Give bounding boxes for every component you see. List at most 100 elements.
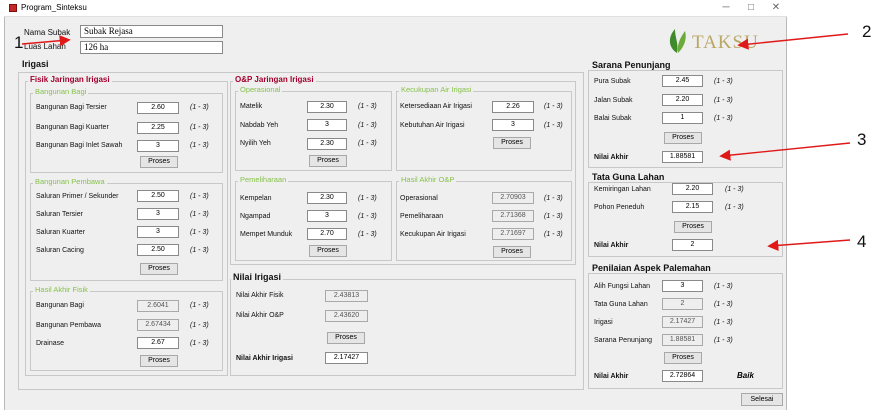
pohon-peneduh-label: Pohon Peneduh	[594, 204, 645, 211]
saluran-cacing-label: Saluran Cacing	[36, 247, 84, 254]
bangunan-bagi-tersier-input[interactable]: 2.60	[137, 102, 179, 114]
range-label: (1 - 3)	[714, 319, 733, 326]
bangunan-bagi-tersier-label: Bangunan Bagi Tersier	[36, 104, 107, 111]
leaf-logo-icon	[669, 29, 686, 53]
hasil-operasional-field: 2.70903	[492, 192, 534, 204]
range-label: (1 - 3)	[190, 322, 209, 329]
jalan-subak-input[interactable]: 2.20	[662, 94, 703, 106]
tataguna-title: Tata Guna Lahan	[592, 172, 665, 182]
kempelan-label: Kempelan	[240, 195, 272, 202]
range-label: (1 - 3)	[358, 213, 377, 220]
proses-hasil-op-button[interactable]: Proses	[493, 246, 531, 258]
mempet-munduk-input[interactable]: 2.70	[307, 228, 347, 240]
mempet-munduk-label: Mempet Munduk	[240, 231, 293, 238]
irigasi-title: Irigasi	[22, 59, 49, 69]
nilai-akhir-irigasi-label: Nilai Akhir Irigasi	[236, 355, 293, 362]
luas-lahan-field[interactable]: 126 ha	[80, 41, 223, 54]
range-label: (1 - 3)	[714, 97, 733, 104]
op-title: O&P Jaringan Irigasi	[233, 75, 316, 84]
proses-pemeliharaan-button[interactable]: Proses	[309, 245, 347, 257]
range-label: (1 - 3)	[544, 231, 563, 238]
pemeliharaan-title: Pemeliharaan	[238, 175, 289, 184]
annotation-number-2: 2	[862, 22, 872, 41]
bangunan-pembawa-title: Bangunan Pembawa	[33, 177, 107, 186]
saluran-cacing-input[interactable]: 2.50	[137, 244, 179, 256]
saluran-tersier-input[interactable]: 3	[137, 208, 179, 220]
ngampad-input[interactable]: 3	[307, 210, 347, 222]
nilai-irigasi-title: Nilai Irigasi	[231, 272, 284, 282]
nilai-akhir-fisik-field: 2.43813	[325, 290, 368, 302]
ketersediaan-air-label: Ketersediaan Air Irigasi	[400, 103, 472, 110]
annotation-number-1: 1	[14, 33, 24, 52]
nama-subak-field[interactable]: Subak Rejasa	[80, 25, 223, 38]
proses-tataguna-button[interactable]: Proses	[674, 221, 712, 233]
bangunan-bagi-inlet-label: Bangunan Bagi Inlet Sawah	[36, 142, 123, 149]
sarana-nilai-akhir-label: Nilai Akhir	[594, 154, 629, 161]
jalan-subak-label: Jalan Subak	[594, 97, 633, 104]
range-label: (1 - 3)	[725, 186, 744, 193]
proses-hasil-fisik-button[interactable]: Proses	[140, 355, 178, 367]
app-icon	[9, 4, 17, 12]
drainase-input[interactable]: 2.67	[137, 337, 179, 349]
kebutuhan-air-label: Kebutuhan Air Irigasi	[400, 122, 465, 129]
bangunan-bagi-kuarter-input[interactable]: 2.25	[137, 122, 179, 134]
range-label: (1 - 3)	[544, 213, 563, 220]
saluran-tersier-label: Saluran Tersier	[36, 211, 83, 218]
proses-operasional-button[interactable]: Proses	[309, 155, 347, 167]
proses-bangunan-pembawa-button[interactable]: Proses	[140, 263, 178, 275]
saluran-kuarter-input[interactable]: 3	[137, 226, 179, 238]
tataguna-nilai-akhir-label: Nilai Akhir	[594, 242, 629, 249]
balai-subak-input[interactable]: 1	[662, 112, 703, 124]
status-label: Baik	[737, 371, 754, 380]
bangunan-bagi-inlet-input[interactable]: 3	[137, 140, 179, 152]
proses-nilai-irigasi-button[interactable]: Proses	[327, 332, 365, 344]
hasil-kecukupan-label: Kecukupan Air Irigasi	[400, 231, 466, 238]
pura-subak-input[interactable]: 2.45	[662, 75, 703, 87]
nama-subak-label: Nama Subak	[24, 28, 71, 37]
range-label: (1 - 3)	[190, 211, 209, 218]
range-label: (1 - 3)	[190, 302, 209, 309]
title-bar: Program_Sinteksu ─ □ ✕	[4, 0, 787, 17]
proses-kecukupan-button[interactable]: Proses	[493, 137, 531, 149]
proses-sarana-button[interactable]: Proses	[664, 132, 702, 144]
kemiringan-lahan-input[interactable]: 2.20	[672, 183, 713, 195]
irigasi-label: Irigasi	[594, 319, 613, 326]
hasil-akhir-fisik-title: Hasil Akhir Fisik	[33, 285, 90, 294]
alih-fungsi-input[interactable]: 3	[662, 280, 703, 292]
ketersediaan-air-input[interactable]: 2.26	[492, 101, 534, 113]
ngampad-label: Ngampad	[240, 213, 271, 220]
close-icon[interactable]: ✕	[766, 2, 786, 14]
range-label: (1 - 3)	[714, 301, 733, 308]
kempelan-input[interactable]: 2.30	[307, 192, 347, 204]
selesai-button[interactable]: Selesai	[741, 393, 783, 406]
fisik-title: Fisik Jaringan Irigasi	[28, 75, 112, 84]
nyilih-yeh-input[interactable]: 2.30	[307, 138, 347, 150]
hasil-bangunan-bagi-field: 2.6041	[137, 300, 179, 312]
range-label: (1 - 3)	[190, 104, 209, 111]
pohon-peneduh-input[interactable]: 2.15	[672, 201, 713, 213]
hasil-kecukupan-field: 2.71697	[492, 228, 534, 240]
annotation-number-4: 4	[857, 232, 867, 251]
sarana-penunjang-field: 1.88581	[662, 334, 703, 346]
range-label: (1 - 3)	[714, 78, 733, 85]
proses-palemahan-button[interactable]: Proses	[664, 352, 702, 364]
alih-fungsi-label: Alih Fungsi Lahan	[594, 283, 651, 290]
maximize-icon[interactable]: □	[741, 2, 761, 14]
range-label: (1 - 3)	[358, 103, 377, 110]
range-label: (1 - 3)	[358, 122, 377, 129]
minimize-icon[interactable]: ─	[716, 2, 736, 14]
matelik-input[interactable]: 2.30	[307, 101, 347, 113]
hasil-pemeliharaan-label: Pemeliharaan	[400, 213, 444, 220]
range-label: (1 - 3)	[190, 142, 209, 149]
range-label: (1 - 3)	[714, 115, 733, 122]
range-label: (1 - 3)	[358, 231, 377, 238]
tata-guna-lahan-label: Tata Guna Lahan	[594, 301, 648, 308]
proses-bangunan-bagi-button[interactable]: Proses	[140, 156, 178, 168]
range-label: (1 - 3)	[544, 103, 563, 110]
kebutuhan-air-input[interactable]: 3	[492, 119, 534, 131]
tata-guna-lahan-field: 2	[662, 298, 703, 310]
sarana-nilai-akhir-field: 1.88581	[662, 151, 703, 163]
nabdab-yeh-input[interactable]: 3	[307, 119, 347, 131]
saluran-primer-input[interactable]: 2.50	[137, 190, 179, 202]
range-label: (1 - 3)	[544, 195, 563, 202]
